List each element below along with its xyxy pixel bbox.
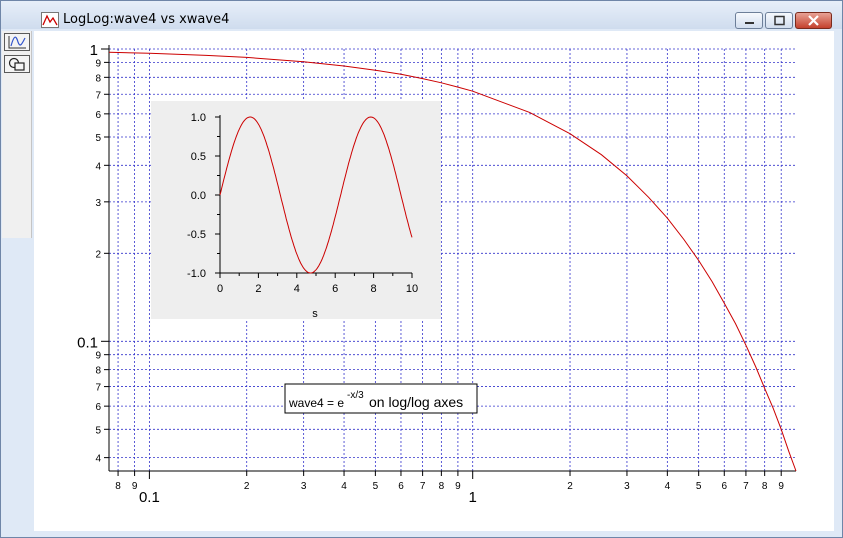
show-tools-button[interactable] — [4, 33, 30, 51]
annotation-exponent: -x/3 — [347, 390, 364, 401]
y-minor-tick-label: 3 — [95, 198, 101, 209]
y-minor-tick-label: 7 — [95, 383, 101, 394]
y-minor-tick-label: 4 — [95, 161, 101, 172]
inset-y-tick-label: -1.0 — [187, 268, 206, 280]
x-minor-tick-label: 9 — [778, 481, 784, 492]
x-minor-tick-label: 6 — [398, 481, 404, 492]
layout-tools-button[interactable] — [4, 55, 30, 73]
minimize-icon — [745, 22, 754, 24]
y-minor-tick-label: 5 — [95, 133, 101, 144]
inset-x-tick-label: 6 — [332, 283, 338, 295]
inset-x-tick-label: 2 — [255, 283, 261, 295]
inset-y-tick-label: 0.0 — [191, 190, 206, 202]
inset-graph[interactable]: 0 2 4 6 8 10 1.0 0.5 0.0 -0.5 -1.0 s — [151, 101, 441, 320]
y-minor-tick-label: 8 — [95, 366, 101, 377]
x-minor-tick-label: 6 — [721, 481, 727, 492]
graph-window-icon — [41, 12, 59, 28]
y-minor-tick-label: 7 — [95, 90, 101, 101]
y-minor-tick-label: 2 — [95, 249, 101, 260]
inset-x-tick-label: 0 — [217, 283, 223, 295]
x-minor-tick-label: 2 — [567, 481, 573, 492]
graph-icon — [8, 36, 26, 49]
inset-x-axis-label: s — [312, 308, 318, 320]
y-major-tick-label: 1 — [90, 42, 98, 59]
x-minor-tick-label: 5 — [373, 481, 379, 492]
loglog-graph[interactable]: 8 90.12 3 4 5 6 7 8 912 3 4 5 6 7 8 91987654320.1987654… — [34, 31, 834, 531]
x-minor-tick-label: 5 — [696, 481, 702, 492]
x-minor-tick-label: 4 — [665, 481, 671, 492]
x-minor-tick-label: 8 — [115, 481, 121, 492]
inset-x-tick-label: 8 — [371, 283, 377, 295]
title-bar[interactable]: LogLog:wave4 vs xwave4 — [1, 1, 842, 29]
graph-toolbar — [2, 31, 32, 238]
y-minor-tick-label: 4 — [95, 454, 101, 465]
y-minor-tick-label: 9 — [95, 58, 101, 69]
x-minor-tick-label: 9 — [455, 481, 461, 492]
graph-window: LogLog:wave4 vs xwave4 890.1 2 3 4 5 6 7… — [0, 0, 843, 538]
window-title: LogLog:wave4 vs xwave4 — [63, 12, 230, 27]
y-minor-tick-label: 6 — [95, 110, 101, 121]
x-minor-tick-label: 3 — [624, 481, 630, 492]
close-button[interactable] — [795, 12, 832, 29]
y-minor-tick-label: 5 — [95, 425, 101, 436]
x-major-tick-label: 0.1 — [139, 489, 160, 506]
x-minor-tick-label: 7 — [420, 481, 426, 492]
inset-y-tick-label: 0.5 — [191, 151, 206, 163]
inset-x-tick-label: 4 — [294, 283, 300, 295]
y-minor-tick-label: 8 — [95, 73, 101, 84]
x-major-tick-label: 1 — [469, 489, 477, 506]
inset-x-tick-label: 10 — [406, 283, 418, 295]
y-minor-tick-label: 6 — [95, 402, 101, 413]
x-minor-tick-label: 8 — [439, 481, 445, 492]
x-minor-tick-label: 4 — [341, 481, 347, 492]
y-major-tick-label: 0.1 — [77, 334, 98, 351]
x-minor-tick-label: 2 — [244, 481, 250, 492]
x-minor-tick-label: 3 — [301, 481, 307, 492]
annotation-suffix: on log/log axes — [369, 394, 463, 410]
inset-y-tick-label: -0.5 — [187, 229, 206, 241]
minimize-button[interactable] — [735, 12, 763, 29]
inset-y-tick-label: 1.0 — [191, 112, 206, 124]
layout-icon — [8, 57, 25, 71]
plot-area: 8 9 0.1 2 3 4 5 6 7 8 9 1 2 3 4 5 6 7 8 9 1 9 8 7 6 5 4 3 2 0.1 9 8 7 6 5 4… — [34, 31, 834, 531]
x-minor-tick-label: 9 — [132, 481, 138, 492]
maximize-button[interactable] — [765, 12, 793, 29]
x-minor-tick-label: 8 — [762, 481, 768, 492]
y-minor-tick-label: 9 — [95, 351, 101, 362]
maximize-icon — [774, 15, 785, 26]
x-minor-tick-label: 7 — [743, 481, 749, 492]
close-icon — [808, 15, 819, 26]
annotation-textbox[interactable]: wave4 = e -x/3 on log/log axes — [284, 383, 478, 414]
annotation-prefix: wave4 = e — [288, 396, 344, 410]
